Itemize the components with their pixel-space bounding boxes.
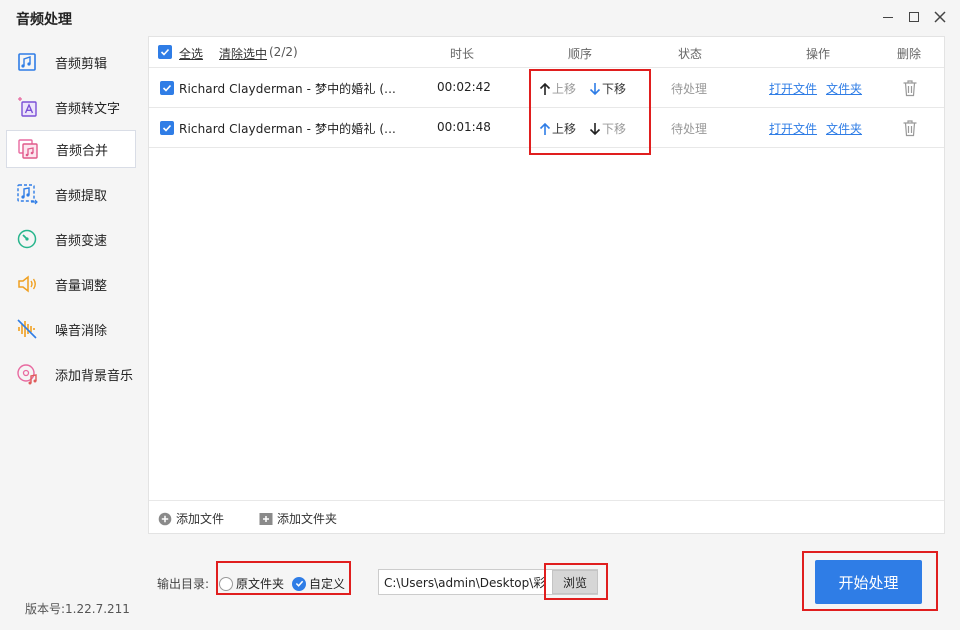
file-name: Richard Clayderman - 梦中的婚礼 (... xyxy=(179,122,396,136)
sidebar-item-noise-removal[interactable]: 噪音消除 xyxy=(6,310,136,348)
highlight-box-browse xyxy=(544,563,608,600)
sidebar-item-background-music[interactable]: 添加背景音乐 xyxy=(6,355,136,393)
minimize-icon[interactable] xyxy=(879,8,897,26)
open-folder-link[interactable]: 文件夹 xyxy=(826,80,862,97)
open-folder-link[interactable]: 文件夹 xyxy=(826,120,862,137)
sidebar-item-label: 音量调整 xyxy=(55,278,108,294)
file-status: 待处理 xyxy=(671,82,708,96)
title-bar: 音频处理 xyxy=(0,0,960,34)
file-status: 待处理 xyxy=(671,122,708,136)
version-label: 版本号:1.22.7.211 xyxy=(25,602,130,616)
sidebar: 音频剪辑 音频转文字 音频合并 音频提取 音频变速 音量调整 噪音消除 添加背景… xyxy=(0,34,140,594)
add-file-button[interactable]: 添加文件 xyxy=(158,510,224,527)
trash-icon[interactable] xyxy=(902,79,918,97)
list-footer: 添加文件 添加文件夹 xyxy=(149,500,944,533)
sidebar-item-audio-extract[interactable]: 音频提取 xyxy=(6,175,136,213)
sidebar-item-label: 音频合并 xyxy=(56,143,109,159)
add-folder-button[interactable]: 添加文件夹 xyxy=(259,510,337,527)
row-checkbox[interactable] xyxy=(160,81,174,95)
file-duration: 00:02:42 xyxy=(437,80,491,94)
row-checkbox[interactable] xyxy=(160,121,174,135)
header-order: 顺序 xyxy=(568,47,593,61)
trash-icon[interactable] xyxy=(902,119,918,137)
app-title: 音频处理 xyxy=(16,12,72,28)
plus-circle-icon xyxy=(158,512,172,525)
add-file-label: 添加文件 xyxy=(176,512,225,526)
sidebar-item-label: 音频提取 xyxy=(55,188,108,204)
folder-plus-icon xyxy=(259,512,273,525)
sidebar-item-label: 添加背景音乐 xyxy=(55,368,134,384)
select-all-link[interactable]: 全选 xyxy=(179,45,203,62)
close-icon[interactable] xyxy=(931,8,949,26)
file-duration: 00:01:48 xyxy=(437,120,491,134)
highlight-box-start xyxy=(802,551,938,611)
audio-speed-icon xyxy=(15,227,39,251)
header-status: 状态 xyxy=(678,47,703,61)
add-folder-label: 添加文件夹 xyxy=(277,512,338,526)
header-duration: 时长 xyxy=(450,47,475,61)
sidebar-item-audio-cut[interactable]: 音频剪辑 xyxy=(6,43,136,81)
sidebar-item-label: 音频变速 xyxy=(55,233,108,249)
open-file-link[interactable]: 打开文件 xyxy=(769,80,817,97)
sidebar-item-audio-merge[interactable]: 音频合并 xyxy=(6,130,136,168)
header-delete: 删除 xyxy=(897,47,922,61)
noise-removal-icon xyxy=(15,317,39,341)
audio-merge-icon xyxy=(16,137,40,161)
header-actions: 操作 xyxy=(806,47,831,61)
sidebar-item-label: 音频剪辑 xyxy=(55,56,108,72)
audio-to-text-icon xyxy=(15,95,39,119)
background-music-icon xyxy=(15,362,39,386)
audio-cut-icon xyxy=(15,50,39,74)
volume-icon xyxy=(15,272,39,296)
sidebar-item-volume[interactable]: 音量调整 xyxy=(6,265,136,303)
sidebar-item-audio-to-text[interactable]: 音频转文字 xyxy=(6,88,136,126)
sidebar-item-label: 噪音消除 xyxy=(55,323,108,339)
select-all-checkbox[interactable] xyxy=(158,45,172,59)
highlight-box-output-options xyxy=(216,561,351,595)
output-dir-label: 输出目录: xyxy=(157,577,210,591)
audio-extract-icon xyxy=(15,182,39,206)
selected-count: (2/2) xyxy=(269,45,298,59)
sidebar-item-audio-speed[interactable]: 音频变速 xyxy=(6,220,136,258)
file-name: Richard Clayderman - 梦中的婚礼 (... xyxy=(179,82,396,96)
open-file-link[interactable]: 打开文件 xyxy=(769,120,817,137)
table-header: 全选 清除选中 (2/2) 时长 顺序 状态 操作 删除 xyxy=(149,37,944,68)
maximize-icon[interactable] xyxy=(905,8,923,26)
highlight-box-order xyxy=(529,69,651,155)
clear-selected-link[interactable]: 清除选中 xyxy=(219,45,267,62)
sidebar-item-label: 音频转文字 xyxy=(55,101,121,117)
